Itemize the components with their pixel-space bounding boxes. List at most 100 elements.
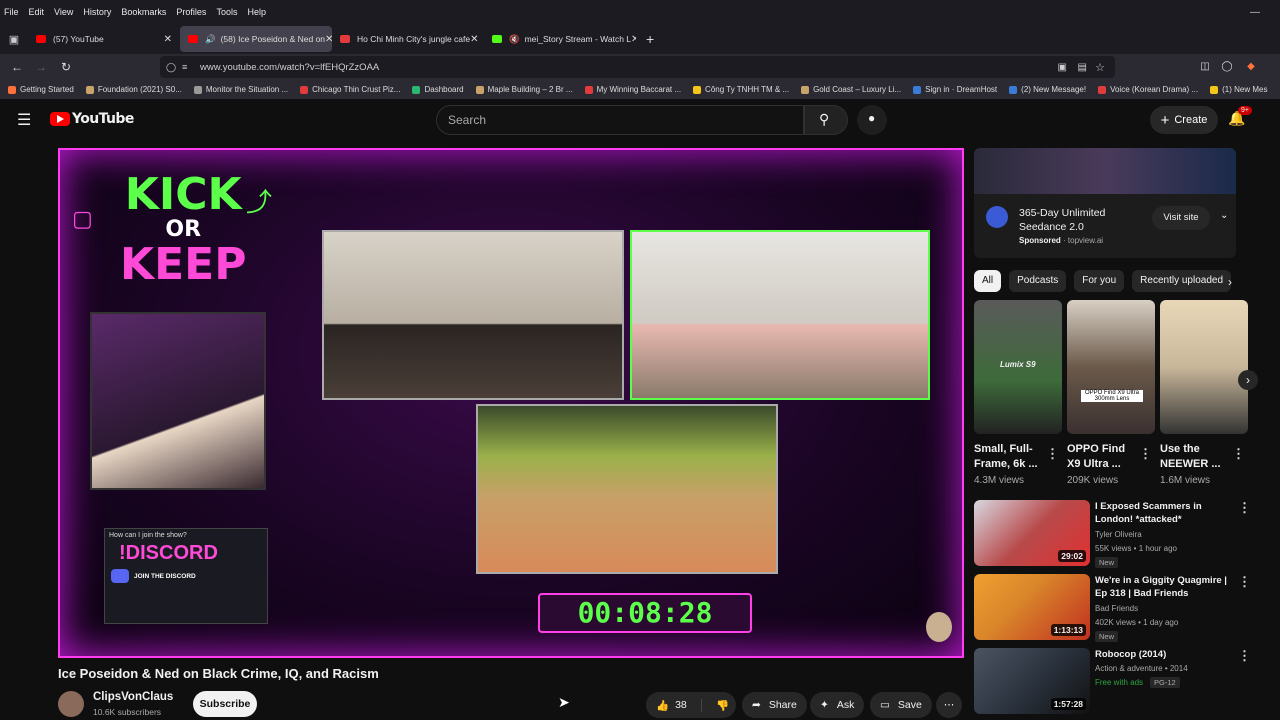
chip-all[interactable]: All <box>974 270 1002 292</box>
bookmark-label: Công Ty TNHH TM & ... <box>705 85 790 94</box>
video-menu-icon[interactable]: ⋮ <box>1238 500 1251 516</box>
share-button[interactable]: ➦ Share <box>742 692 807 718</box>
menu-bookmarks[interactable]: Bookmarks <box>121 7 166 17</box>
permissions-icon[interactable]: ≡ <box>182 62 187 72</box>
bookmark-item[interactable]: Voice (Korean Drama) ... <box>1098 85 1198 94</box>
subscribe-button[interactable]: Subscribe <box>193 691 257 717</box>
channel-name[interactable]: ClipsVonClaus <box>93 691 173 703</box>
speaker-muted-icon[interactable]: 🔇 <box>509 34 520 45</box>
reader-view-icon[interactable]: ▣ <box>1058 62 1067 73</box>
short-item[interactable]: Use the NEEWER ... 1.6M views ⋮ <box>1160 300 1248 486</box>
video-title: I Exposed Scammers in London! *attacked* <box>1095 501 1202 525</box>
channel-avatar[interactable] <box>58 691 84 717</box>
create-button[interactable]: + Create <box>1150 106 1218 134</box>
bookmark-item[interactable]: Gold Coast – Luxury Li... <box>801 85 901 94</box>
menu-tools[interactable]: Tools <box>216 7 237 17</box>
forward-icon[interactable]: → <box>32 58 50 76</box>
short-views: 1.6M views <box>1160 475 1211 486</box>
chips-next-icon[interactable]: › <box>1228 275 1232 289</box>
shorts-next-icon[interactable]: › <box>1238 370 1258 390</box>
video-player[interactable]: KICK OR KEEP ▢ ⤴ How can I join the show… <box>58 148 964 658</box>
stream-timer: 00:08:28 <box>538 593 752 633</box>
chip-podcasts[interactable]: Podcasts <box>1009 270 1067 292</box>
speaker-icon[interactable]: 🔊 <box>205 34 216 45</box>
bookmark-item[interactable]: Sign in · DreamHost <box>913 85 997 94</box>
back-icon[interactable]: ← <box>8 58 26 76</box>
chevron-down-icon[interactable]: ⌄ <box>1220 210 1228 221</box>
address-bar[interactable]: ◯ ≡ www.youtube.com/watch?v=lfEHQrZzOAA … <box>160 56 1115 78</box>
bookmark-item[interactable]: Dashboard <box>412 85 464 94</box>
video-channel: Bad Friends <box>1095 604 1139 613</box>
video-channel: Action & adventure • 2014 <box>1095 664 1188 673</box>
menu-edit[interactable]: Edit <box>29 7 45 17</box>
bookmark-label: (1) New Mes <box>1222 85 1268 94</box>
video-menu-icon[interactable]: ⋮ <box>1238 574 1251 590</box>
menu-view[interactable]: View <box>54 7 73 17</box>
video-list-item[interactable]: 29:02 I Exposed Scammers in London! *att… <box>974 500 1280 570</box>
save-button[interactable]: ▭ Save <box>870 692 932 718</box>
hamburger-menu-icon[interactable]: ☰ <box>17 110 31 130</box>
bookmark-item[interactable]: Monitor the Situation ... <box>193 85 288 94</box>
search-input[interactable]: Search <box>436 105 804 135</box>
video-menu-icon[interactable]: ⋮ <box>1238 648 1251 664</box>
short-menu-icon[interactable]: ⋮ <box>1232 446 1245 462</box>
bookmark-item[interactable]: My Winning Baccarat ... <box>584 85 681 94</box>
menu-file[interactable]: File <box>4 7 19 17</box>
youtube-logo[interactable]: YouTube <box>50 111 134 127</box>
like-button[interactable]: 👍 38 <box>646 698 702 712</box>
discord-cta: JOIN THE DISCORD <box>134 572 196 580</box>
new-tab-icon[interactable]: + <box>646 31 654 47</box>
video-list-item[interactable]: 1:13:13 We're in a Giggity Quagmire | Ep… <box>974 574 1280 644</box>
notification-badge: 9+ <box>1238 106 1252 115</box>
bookmark-star-icon[interactable]: ☆ <box>1095 61 1105 74</box>
chip-for-you[interactable]: For you <box>1074 270 1125 292</box>
account-icon[interactable]: ◯ <box>1218 58 1236 76</box>
bookmark-item[interactable]: Maple Building – 2 Br ... <box>475 85 573 94</box>
menu-profiles[interactable]: Profiles <box>176 7 206 17</box>
bookmark-item[interactable]: (2) New Message! <box>1009 85 1086 94</box>
dislike-button[interactable]: 👎 <box>710 699 729 712</box>
voice-search-button[interactable]: ● <box>857 105 887 135</box>
short-menu-icon[interactable]: ⋮ <box>1046 446 1059 462</box>
library-icon[interactable]: ◫ <box>1196 58 1214 76</box>
menu-history[interactable]: History <box>83 7 111 17</box>
tab-current-video[interactable]: 🔊 (58) Ice Poseidon & Ned on ✕ <box>180 26 332 52</box>
short-thumbnail: Lumix S9 <box>974 300 1062 434</box>
video-list-item[interactable]: 1:57:28 Robocop (2014) Action & adventur… <box>974 648 1280 718</box>
more-actions-button[interactable]: ⋯ <box>936 692 962 718</box>
youtube-header: ☰ YouTube Search ⚲ ● + Create 🔔 9+ <box>0 100 1280 140</box>
bookmark-item[interactable]: Chicago Thin Crust Piz... <box>300 85 400 94</box>
tab-youtube-home[interactable]: (57) YouTube ✕ <box>28 26 180 52</box>
bookmark-item[interactable]: Getting Started <box>8 85 74 94</box>
bookmark-item[interactable]: (1) New Mes <box>1210 85 1267 94</box>
close-tab-icon[interactable]: ✕ <box>470 34 478 45</box>
close-tab-icon[interactable]: ✕ <box>164 34 172 45</box>
short-menu-icon[interactable]: ⋮ <box>1139 446 1152 462</box>
bookmark-item[interactable]: Foundation (2021) S0... <box>85 85 182 94</box>
tab-overview-icon[interactable]: ▣ <box>0 33 28 46</box>
extension-icon[interactable]: ◆ <box>1242 58 1260 76</box>
notifications-button[interactable]: 🔔 9+ <box>1228 106 1252 130</box>
close-tab-icon[interactable]: ✕ <box>631 34 636 45</box>
video-meta: 402K views • 1 day ago <box>1095 618 1179 627</box>
visit-site-button[interactable]: Visit site <box>1152 206 1210 230</box>
reload-icon[interactable]: ↻ <box>57 58 75 76</box>
tab-kick-stream[interactable]: 🔇 mei_Story Stream - Watch L ✕ <box>484 26 636 52</box>
ask-button[interactable]: ✦ Ask <box>810 692 865 718</box>
save-label: Save <box>897 699 922 711</box>
minimize-icon[interactable]: — <box>1250 7 1260 18</box>
close-tab-icon[interactable]: ✕ <box>325 34 332 45</box>
short-item[interactable]: Lumix S9 Small, Full-Frame, 6k ... 4.3M … <box>974 300 1062 486</box>
ad-card[interactable]: 365-Day Unlimited Seedance 2.0 Sponsored… <box>974 148 1236 258</box>
channel-watermark <box>926 612 952 642</box>
search-button[interactable]: ⚲ <box>804 105 848 135</box>
menu-help[interactable]: Help <box>247 7 266 17</box>
bookmark-favicon-icon <box>693 85 702 94</box>
short-item[interactable]: OPPO Find X9 Ultra 300mm Lens OPPO Find … <box>1067 300 1155 486</box>
screenshot-icon[interactable]: ▤ <box>1078 62 1087 73</box>
chip-recently-uploaded[interactable]: Recently uploaded <box>1132 270 1232 292</box>
bookmark-item[interactable]: Công Ty TNHH TM & ... <box>693 85 789 94</box>
bookmark-label: Gold Coast – Luxury Li... <box>813 85 902 94</box>
tab-jungle-cafe[interactable]: Ho Chi Minh City's jungle cafe ✕ <box>332 26 484 52</box>
shield-icon[interactable]: ◯ <box>166 62 176 73</box>
